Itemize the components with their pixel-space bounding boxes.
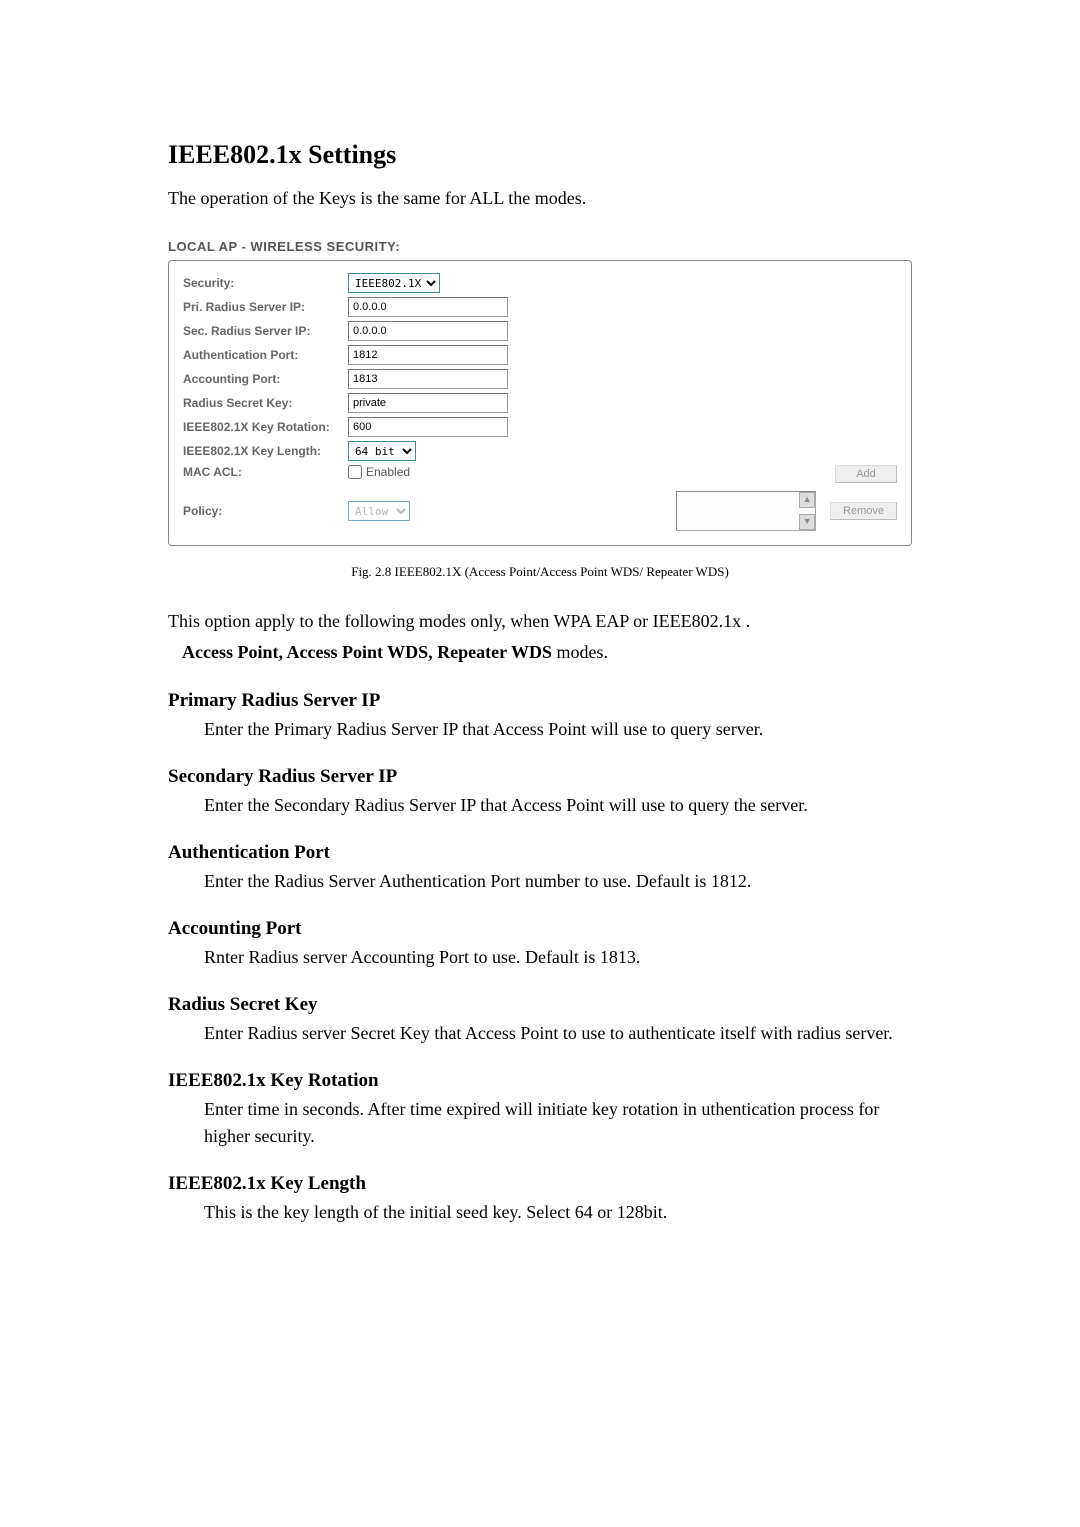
mac-listbox[interactable]: ▲ ▼ xyxy=(676,491,816,531)
auth-port-input[interactable] xyxy=(348,345,508,365)
section-desc: Enter time in seconds. After time expire… xyxy=(168,1096,912,1148)
section-desc: Rnter Radius server Accounting Port to u… xyxy=(168,944,912,970)
section-desc: Enter Radius server Secret Key that Acce… xyxy=(168,1020,912,1046)
sec-radius-input[interactable] xyxy=(348,321,508,341)
pri-radius-input[interactable] xyxy=(348,297,508,317)
key-rotation-input[interactable] xyxy=(348,417,508,437)
section-desc: Enter the Primary Radius Server IP that … xyxy=(168,716,912,742)
mac-acl-label: MAC ACL: xyxy=(183,465,348,479)
key-rotation-label: IEEE802.1X Key Rotation: xyxy=(183,420,348,434)
section-heading: IEEE802.1x Key Rotation xyxy=(168,1070,912,1092)
scroll-up-icon[interactable]: ▲ xyxy=(799,492,815,508)
section-2: Authentication Port Enter the Radius Ser… xyxy=(168,842,912,894)
key-length-label: IEEE802.1X Key Length: xyxy=(183,444,348,458)
section-6: IEEE802.1x Key Length This is the key le… xyxy=(168,1173,912,1225)
section-heading: Authentication Port xyxy=(168,842,912,864)
policy-label: Policy: xyxy=(183,504,348,518)
section-heading: IEEE802.1x Key Length xyxy=(168,1173,912,1195)
section-heading: Primary Radius Server IP xyxy=(168,690,912,712)
pri-radius-label: Pri. Radius Server IP: xyxy=(183,300,348,314)
key-length-select[interactable]: 64 bit xyxy=(348,441,416,461)
policy-select[interactable]: Allow xyxy=(348,501,410,521)
remove-button[interactable]: Remove xyxy=(830,502,897,520)
secret-key-input[interactable] xyxy=(348,393,508,413)
section-0: Primary Radius Server IP Enter the Prima… xyxy=(168,690,912,742)
acct-port-input[interactable] xyxy=(348,369,508,389)
section-1: Secondary Radius Server IP Enter the Sec… xyxy=(168,766,912,818)
auth-port-label: Authentication Port: xyxy=(183,348,348,362)
mac-acl-checkbox-label: Enabled xyxy=(366,465,410,479)
section-desc: This is the key length of the initial se… xyxy=(168,1199,912,1225)
option-text-line1: This option apply to the following modes… xyxy=(168,608,912,635)
sec-radius-label: Sec. Radius Server IP: xyxy=(183,324,348,338)
option-text-bold: Access Point, Access Point WDS, Repeater… xyxy=(182,642,552,662)
security-select[interactable]: IEEE802.1X xyxy=(348,273,440,293)
section-heading: Radius Secret Key xyxy=(168,994,912,1016)
panel-header: LOCAL AP - WIRELESS SECURITY: xyxy=(168,239,912,254)
section-heading: Secondary Radius Server IP xyxy=(168,766,912,788)
section-5: IEEE802.1x Key Rotation Enter time in se… xyxy=(168,1070,912,1148)
acct-port-label: Accounting Port: xyxy=(183,372,348,386)
section-heading: Accounting Port xyxy=(168,918,912,940)
secret-key-label: Radius Secret Key: xyxy=(183,396,348,410)
section-4: Radius Secret Key Enter Radius server Se… xyxy=(168,994,912,1046)
mac-acl-checkbox[interactable] xyxy=(348,465,362,479)
add-button[interactable]: Add xyxy=(835,465,897,483)
option-text-line2: Access Point, Access Point WDS, Repeater… xyxy=(168,639,912,666)
page-title: IEEE802.1x Settings xyxy=(168,140,912,170)
security-label: Security: xyxy=(183,276,348,290)
section-desc: Enter the Radius Server Authentication P… xyxy=(168,868,912,894)
section-3: Accounting Port Rnter Radius server Acco… xyxy=(168,918,912,970)
panel-box: Security: IEEE802.1X Pri. Radius Server … xyxy=(168,260,912,546)
section-desc: Enter the Secondary Radius Server IP tha… xyxy=(168,792,912,818)
security-panel: LOCAL AP - WIRELESS SECURITY: Security: … xyxy=(168,239,912,546)
intro-text: The operation of the Keys is the same fo… xyxy=(168,188,912,209)
scroll-down-icon[interactable]: ▼ xyxy=(799,514,815,530)
option-text-tail: modes. xyxy=(552,642,608,662)
figure-caption: Fig. 2.8 IEEE802.1X (Access Point/Access… xyxy=(168,564,912,580)
